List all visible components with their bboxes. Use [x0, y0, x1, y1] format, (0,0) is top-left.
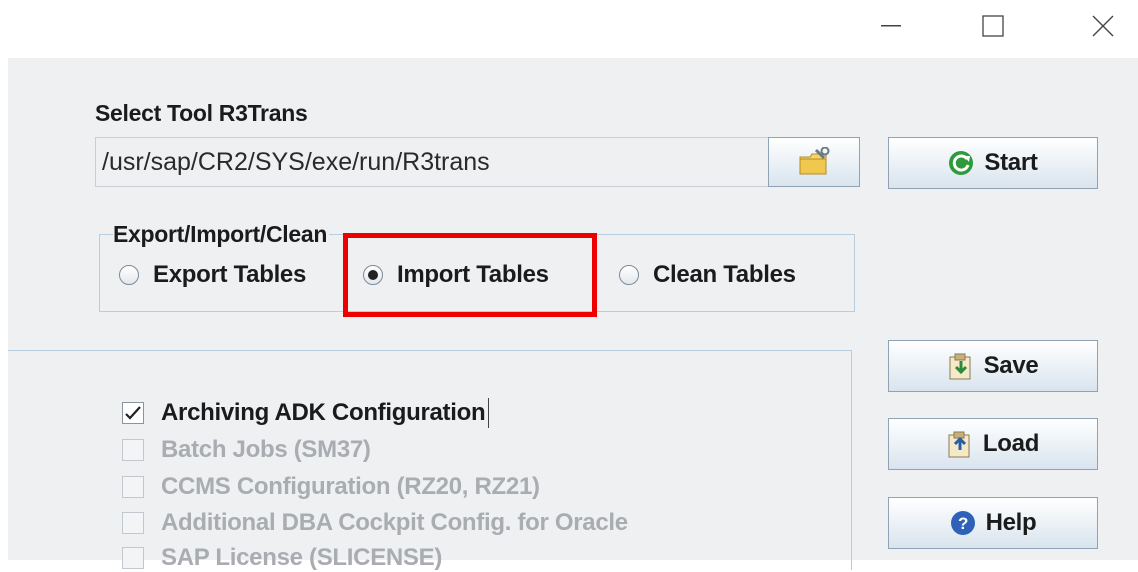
- highlight-annotation: [343, 233, 597, 317]
- list-item-archiving-adk[interactable]: Archiving ADK Configuration: [122, 398, 490, 428]
- help-button[interactable]: ? Help: [888, 497, 1098, 549]
- title-bar: [0, 0, 1138, 58]
- list-item-ccms: CCMS Configuration (RZ20, RZ21): [122, 473, 540, 501]
- item-label: CCMS Configuration (RZ20, RZ21): [161, 473, 540, 500]
- clean-tables-label: Clean Tables: [653, 261, 796, 288]
- load-clipboard-icon: [948, 431, 970, 458]
- export-tables-radio[interactable]: Export Tables: [119, 261, 306, 289]
- load-button[interactable]: Load: [888, 418, 1098, 470]
- checkbox-disabled: [122, 547, 144, 569]
- browse-button[interactable]: [768, 137, 860, 187]
- close-icon: [1092, 15, 1114, 37]
- save-clipboard-icon: [949, 353, 971, 380]
- export-tables-label: Export Tables: [153, 261, 307, 288]
- clean-tables-radio[interactable]: Clean Tables: [619, 261, 796, 289]
- refresh-icon: [949, 151, 974, 175]
- r3trans-path-field[interactable]: /usr/sap/CR2/SYS/exe/run/R3trans: [95, 137, 775, 187]
- help-label: Help: [985, 509, 1037, 536]
- checkbox-disabled: [122, 439, 144, 461]
- maximize-icon: [982, 15, 1004, 37]
- checkbox-disabled: [122, 512, 144, 534]
- list-item-sap-license: SAP License (SLICENSE): [122, 544, 442, 572]
- focus-indicator: [488, 398, 490, 428]
- save-label: Save: [983, 352, 1039, 379]
- checkbox-checked[interactable]: [122, 402, 144, 424]
- item-label: Archiving ADK Configuration: [161, 399, 486, 426]
- close-button[interactable]: [1080, 6, 1126, 46]
- load-label: Load: [982, 430, 1040, 457]
- mode-group-title: Export/Import/Clean: [113, 221, 330, 248]
- help-icon: ?: [950, 511, 975, 535]
- start-button[interactable]: Start: [888, 137, 1098, 189]
- start-label: Start: [984, 149, 1038, 176]
- item-label: SAP License (SLICENSE): [161, 544, 443, 571]
- radio-indicator: [119, 265, 139, 285]
- minimize-button[interactable]: [868, 6, 914, 46]
- save-button[interactable]: Save: [888, 340, 1098, 392]
- svg-text:?: ?: [958, 514, 968, 533]
- maximize-button[interactable]: [970, 6, 1016, 46]
- folder-wrench-icon: [799, 147, 830, 175]
- main-panel: Select Tool R3Trans /usr/sap/CR2/SYS/exe…: [8, 58, 1138, 571]
- list-item-batch-jobs: Batch Jobs (SM37): [122, 436, 371, 464]
- item-label: Additional DBA Cockpit Config. for Oracl…: [161, 509, 628, 536]
- tool-label: Select Tool R3Trans: [95, 100, 308, 126]
- checkbox-disabled: [122, 476, 144, 498]
- checkmark-icon: [125, 406, 141, 420]
- item-label: Batch Jobs (SM37): [161, 436, 371, 463]
- radio-indicator: [619, 265, 639, 285]
- minimize-icon: [881, 25, 901, 27]
- list-item-dba-cockpit: Additional DBA Cockpit Config. for Oracl…: [122, 509, 628, 537]
